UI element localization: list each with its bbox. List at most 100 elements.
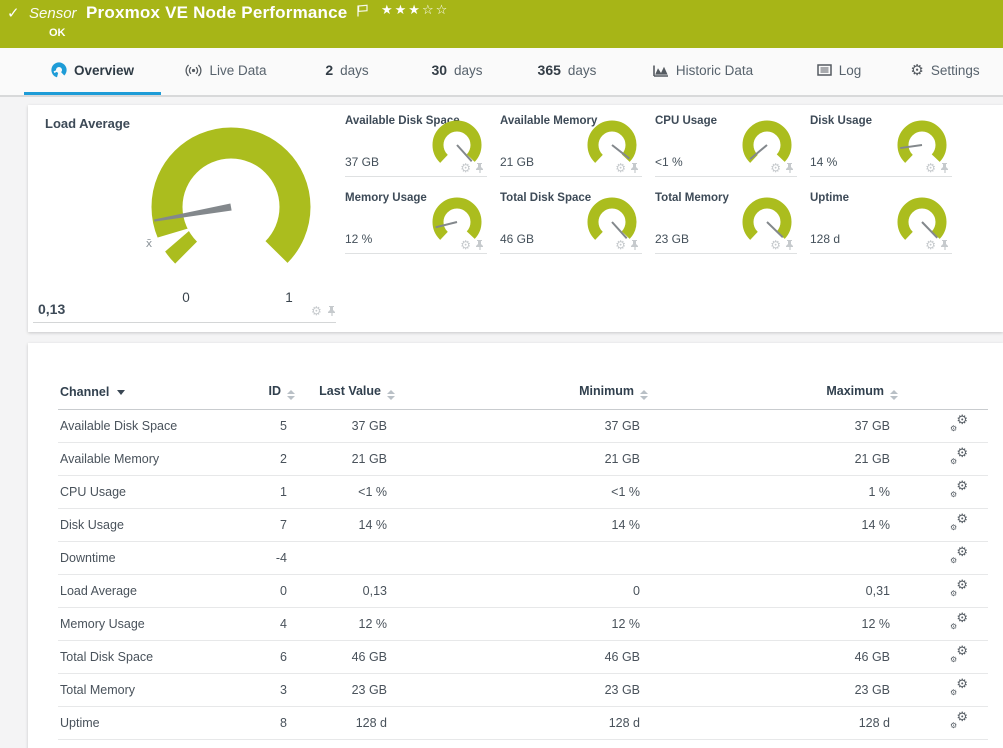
channel-link[interactable]: Total Memory [60, 683, 135, 697]
sort-icon [287, 390, 295, 400]
tab-365-days[interactable]: 365 days [511, 48, 623, 95]
channel-settings-icon[interactable]: ⚙⚙ [950, 549, 968, 564]
channel-link[interactable]: Downtime [60, 551, 116, 565]
tab-log[interactable]: Log [783, 48, 895, 95]
tab-settings[interactable]: ⚙ Settings [895, 48, 995, 95]
priority-flag-icon[interactable] [356, 4, 369, 18]
tab-historic-data[interactable]: Historic Data [623, 48, 783, 95]
load-average-gauge[interactable]: x̄ 0 1 [124, 110, 338, 310]
pin-icon[interactable] [939, 162, 950, 174]
tab-label: days [568, 63, 597, 78]
table-row: Total Disk Space 6 46 GB 46 GB 46 GB ⚙⚙ [58, 640, 988, 673]
column-label: Maximum [826, 384, 884, 398]
status-text: OK [49, 27, 66, 39]
gauge-value: <1 % [655, 155, 683, 169]
channel-settings-icon[interactable]: ⚙⚙ [950, 714, 968, 729]
table-row: Disk Usage 7 14 % 14 % 14 % ⚙⚙ [58, 508, 988, 541]
gear-icon[interactable]: ⚙ [925, 162, 936, 174]
pin-icon[interactable] [784, 239, 795, 251]
pin-icon[interactable] [326, 305, 337, 317]
gear-icon[interactable]: ⚙ [311, 305, 322, 317]
sensor-header: ✓ Sensor Proxmox VE Node Performance ★★★… [0, 0, 1003, 48]
channel-settings-icon[interactable]: ⚙⚙ [950, 450, 968, 465]
column-header-minimum[interactable]: Minimum [395, 375, 648, 409]
tab-number: 365 [538, 62, 561, 78]
tab-number: 30 [431, 62, 447, 78]
channel-link[interactable]: CPU Usage [60, 485, 126, 499]
column-header-channel[interactable]: Channel [58, 375, 255, 409]
tab-30-days[interactable]: 30 days [403, 48, 511, 95]
gauge-icon [51, 62, 67, 78]
gauge-value: 128 d [810, 232, 840, 246]
channel-settings-icon[interactable]: ⚙⚙ [950, 417, 968, 432]
cell-minimum: 14 % [395, 508, 648, 541]
table-row: CPU Usage 1 <1 % <1 % 1 % ⚙⚙ [58, 475, 988, 508]
gear-icon[interactable]: ⚙ [460, 162, 471, 174]
log-icon [817, 64, 832, 76]
pin-icon[interactable] [474, 162, 485, 174]
gear-icon[interactable]: ⚙ [925, 239, 936, 251]
tab-overview[interactable]: Overview [24, 48, 161, 95]
channel-settings-icon[interactable]: ⚙⚙ [950, 483, 968, 498]
cell-minimum: 37 GB [395, 409, 648, 442]
channel-link[interactable]: Total Disk Space [60, 650, 153, 664]
channel-settings-icon[interactable]: ⚙⚙ [950, 615, 968, 630]
channel-settings-icon[interactable]: ⚙⚙ [950, 681, 968, 696]
cell-maximum: 14 % [648, 508, 898, 541]
channel-link[interactable]: Uptime [60, 716, 100, 730]
gauge-title: Available Memory [500, 115, 597, 127]
gear-icon[interactable]: ⚙ [460, 239, 471, 251]
cell-minimum: 46 GB [395, 640, 648, 673]
gauge-cell-cpu-usage: CPU Usage <1 % ⚙ [655, 109, 810, 177]
settings-gear-icon: ⚙ [910, 63, 923, 78]
gauge-cell-available-memory: Available Memory 21 GB ⚙ [500, 109, 655, 177]
channel-settings-icon[interactable]: ⚙⚙ [950, 648, 968, 663]
pin-icon[interactable] [939, 239, 950, 251]
channel-link[interactable]: Memory Usage [60, 617, 145, 631]
separator [655, 176, 797, 177]
pin-icon[interactable] [629, 239, 640, 251]
gauge-cell-uptime: Uptime 128 d ⚙ [810, 186, 965, 254]
channel-settings-icon[interactable]: ⚙⚙ [950, 582, 968, 597]
channel-link[interactable]: Available Disk Space [60, 419, 177, 433]
table-row: Uptime 8 128 d 128 d 128 d ⚙⚙ [58, 706, 988, 739]
gear-icon[interactable]: ⚙ [615, 239, 626, 251]
cell-last-value: 0,13 [295, 574, 395, 607]
channel-settings-icon[interactable]: ⚙⚙ [950, 516, 968, 531]
pin-icon[interactable] [629, 162, 640, 174]
cell-last-value [295, 541, 395, 574]
gauge-title: CPU Usage [655, 115, 717, 127]
historic-data-icon [653, 64, 669, 77]
pin-icon[interactable] [474, 239, 485, 251]
cell-last-value: 128 d [295, 706, 395, 739]
sort-icon [890, 390, 898, 400]
column-header-last-value[interactable]: Last Value [295, 375, 395, 409]
channel-link[interactable]: Disk Usage [60, 518, 124, 532]
tab-label: Settings [931, 63, 980, 78]
settings-gear-icon: ⚙ [910, 63, 923, 78]
column-header-maximum[interactable]: Maximum [648, 375, 898, 409]
table-row: Downtime -4 ⚙⚙ [58, 541, 988, 574]
gear-icon[interactable]: ⚙ [770, 162, 781, 174]
cell-maximum: 46 GB [648, 640, 898, 673]
channel-link[interactable]: Available Memory [60, 452, 159, 466]
separator [655, 253, 797, 254]
tab-2-days[interactable]: 2 days [291, 48, 403, 95]
priority-stars[interactable]: ★★★☆☆ [381, 3, 449, 18]
column-label: ID [269, 384, 282, 398]
pin-icon[interactable] [784, 162, 795, 174]
gear-icon[interactable]: ⚙ [770, 239, 781, 251]
cell-minimum [395, 541, 648, 574]
cell-minimum: 0 [395, 574, 648, 607]
tab-label: Live Data [209, 63, 266, 78]
scale-max-label: 1 [285, 290, 293, 305]
cell-id: 5 [255, 409, 295, 442]
page-title: Proxmox VE Node Performance [86, 3, 347, 23]
cell-last-value: 37 GB [295, 409, 395, 442]
separator [810, 176, 952, 177]
gear-icon[interactable]: ⚙ [615, 162, 626, 174]
channel-link[interactable]: Load Average [60, 584, 137, 598]
column-header-id[interactable]: ID [255, 375, 295, 409]
tab-live-data[interactable]: Live Data [161, 48, 291, 95]
separator [810, 253, 952, 254]
